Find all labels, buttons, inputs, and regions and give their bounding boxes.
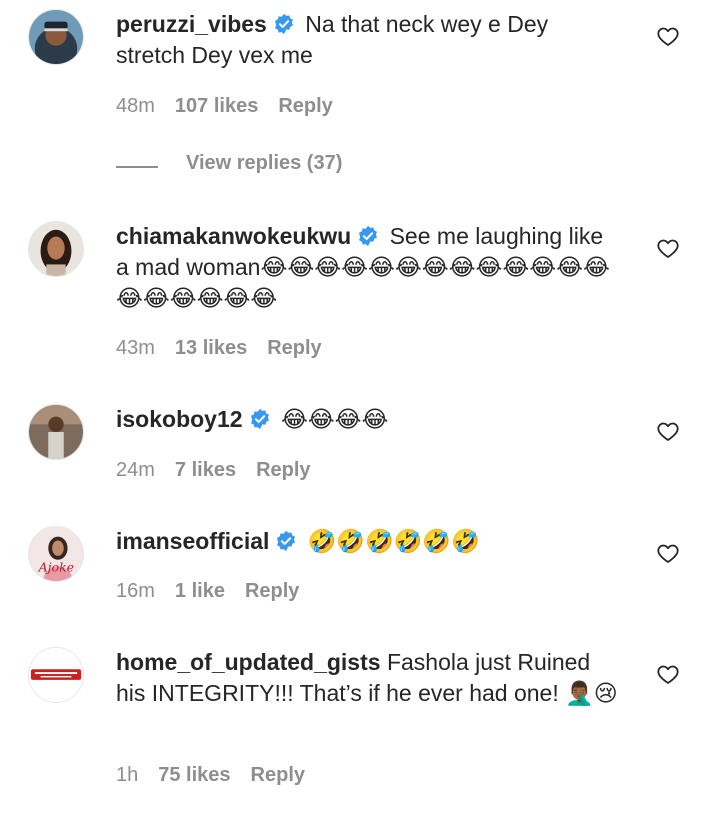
avatar[interactable]: [28, 404, 84, 460]
heart-outline-icon[interactable]: [656, 236, 680, 260]
verified-badge-icon: [275, 530, 297, 552]
comment-meta: 16m 1 like Reply: [116, 580, 319, 603]
comment-body: home_of_updated_gists Fashola just Ruine…: [116, 647, 621, 709]
reply-button[interactable]: Reply: [251, 764, 305, 786]
comment-likes[interactable]: 107 likes: [175, 95, 258, 117]
comment-body: peruzzi_vibes Na that neck wey e Dey str…: [116, 9, 621, 71]
comment-body: chiamakanwokeukwu See me laughing like a…: [116, 221, 621, 314]
avatar[interactable]: [28, 221, 84, 277]
comment-text: 🤣🤣🤣🤣🤣🤣: [307, 528, 480, 554]
heart-outline-icon[interactable]: [656, 419, 680, 443]
comment-time[interactable]: 16m: [116, 580, 155, 602]
comment-meta: 24m 7 likes Reply: [116, 459, 331, 482]
avatar-logo-text: Ajoke: [38, 559, 74, 574]
verified-badge-icon: [273, 13, 295, 35]
comment-time[interactable]: 24m: [116, 459, 155, 481]
heart-outline-icon[interactable]: [656, 541, 680, 565]
view-replies-button[interactable]: View replies (37): [186, 152, 342, 175]
comment-username[interactable]: peruzzi_vibes: [116, 11, 267, 37]
comment-likes[interactable]: 7 likes: [175, 459, 236, 481]
comment-text: 😂😂😂😂: [280, 406, 389, 432]
comment-username[interactable]: imanseofficial: [116, 528, 269, 554]
reply-button[interactable]: Reply: [256, 459, 310, 481]
avatar[interactable]: Ajoke: [28, 526, 84, 582]
reply-button[interactable]: Reply: [245, 580, 299, 602]
verified-badge-icon: [249, 408, 271, 430]
heart-outline-icon[interactable]: [656, 24, 680, 48]
reply-button[interactable]: Reply: [278, 95, 332, 117]
heart-outline-icon[interactable]: [656, 662, 680, 686]
reply-button[interactable]: Reply: [267, 337, 321, 359]
comment-meta: 43m 13 likes Reply: [116, 337, 342, 360]
comment-username[interactable]: home_of_updated_gists: [116, 649, 381, 675]
comment-username[interactable]: isokoboy12: [116, 406, 243, 432]
comment-body: isokoboy12 😂😂😂😂: [116, 404, 621, 435]
comment-username[interactable]: chiamakanwokeukwu: [116, 223, 351, 249]
comment-time[interactable]: 1h: [116, 764, 138, 786]
comment-meta: 1h 75 likes Reply: [116, 764, 325, 787]
avatar[interactable]: [28, 647, 84, 703]
comment-likes[interactable]: 1 like: [175, 580, 225, 602]
avatar[interactable]: [28, 9, 84, 65]
replies-divider: [116, 166, 158, 168]
comment-body: imanseofficial 🤣🤣🤣🤣🤣🤣: [116, 526, 621, 557]
comment-time[interactable]: 48m: [116, 95, 155, 117]
comment-meta: 48m 107 likes Reply: [116, 95, 353, 118]
comment-likes[interactable]: 13 likes: [175, 337, 247, 359]
comment-likes[interactable]: 75 likes: [158, 764, 230, 786]
comment-time[interactable]: 43m: [116, 337, 155, 359]
verified-badge-icon: [357, 225, 379, 247]
